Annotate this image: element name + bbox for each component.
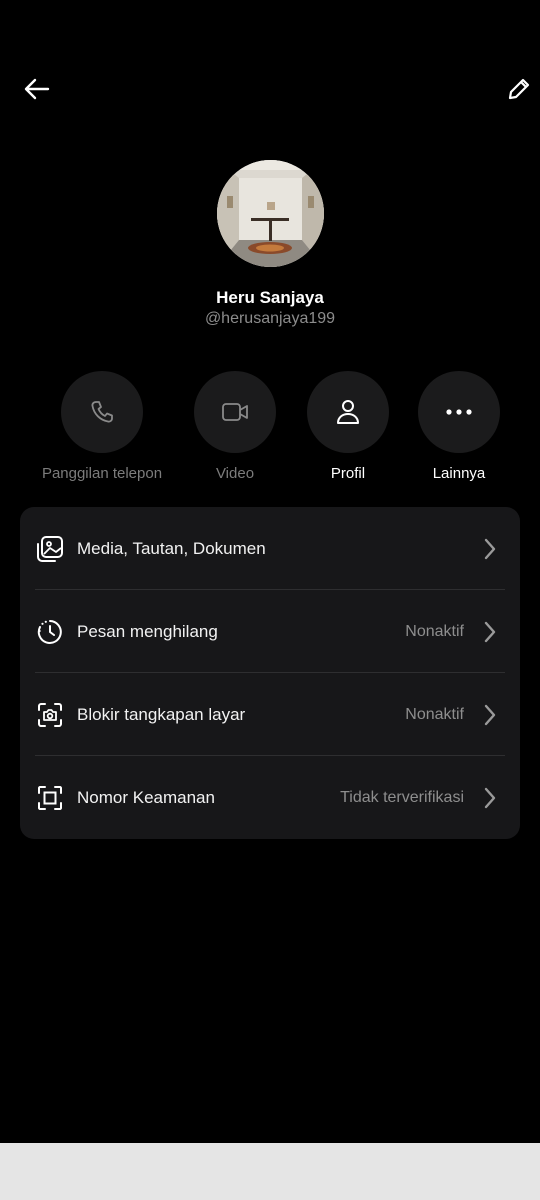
chevron-right-icon xyxy=(480,620,500,644)
settings-row-media[interactable]: Media, Tautan, Dokumen xyxy=(20,507,520,590)
row-label: Pesan menghilang xyxy=(77,621,218,641)
video-action[interactable]: Video xyxy=(170,371,300,482)
row-label: Nomor Keamanan xyxy=(77,787,215,807)
more-dots-icon xyxy=(446,409,472,415)
row-value: Nonaktif xyxy=(405,705,464,723)
chevron-right-icon xyxy=(480,703,500,727)
back-button[interactable] xyxy=(17,69,57,109)
profile-label: Profil xyxy=(330,465,366,482)
more-button[interactable] xyxy=(418,371,500,453)
chat-info-screen: Heru Sanjaya @herusanjaya199 Panggilan t… xyxy=(0,0,540,1200)
edit-button[interactable] xyxy=(499,69,539,109)
person-icon xyxy=(337,400,359,424)
video-label: Video xyxy=(215,465,255,482)
profile-button[interactable] xyxy=(307,371,389,453)
chevron-right-icon xyxy=(480,537,500,561)
more-label: Lainnya xyxy=(432,465,486,482)
settings-row-safety-number[interactable]: Nomor Keamanan Tidak terverifikasi xyxy=(20,756,520,839)
settings-row-disappearing[interactable]: Pesan menghilang Nonaktif xyxy=(20,590,520,673)
arrow-left-icon xyxy=(24,78,50,100)
row-value: Nonaktif xyxy=(405,622,464,640)
contact-handle: @herusanjaya199 xyxy=(204,310,336,327)
media-gallery-icon xyxy=(36,535,64,563)
timer-icon xyxy=(36,618,64,646)
row-value: Tidak terverifikasi xyxy=(340,788,464,806)
phone-icon xyxy=(91,401,113,423)
video-camera-icon xyxy=(222,403,248,421)
call-action[interactable]: Panggilan telepon xyxy=(37,371,167,482)
pencil-icon xyxy=(508,78,530,100)
row-label: Blokir tangkapan layar xyxy=(77,704,246,724)
avatar-photo xyxy=(217,160,324,267)
security-number-icon xyxy=(36,784,64,812)
call-button[interactable] xyxy=(61,371,143,453)
row-label: Media, Tautan, Dokumen xyxy=(77,538,266,558)
system-navigation-bar xyxy=(0,1143,540,1200)
chevron-right-icon xyxy=(480,786,500,810)
avatar[interactable] xyxy=(217,160,324,267)
settings-row-screenshot-block[interactable]: Blokir tangkapan layar Nonaktif xyxy=(20,673,520,756)
video-button[interactable] xyxy=(194,371,276,453)
screenshot-camera-icon xyxy=(36,701,64,729)
call-label: Panggilan telepon xyxy=(41,465,163,482)
contact-name: Heru Sanjaya xyxy=(216,288,324,307)
more-action[interactable]: Lainnya xyxy=(394,371,524,482)
quick-actions: Panggilan telepon Video Profil Lainnya xyxy=(0,371,540,482)
settings-card: Media, Tautan, Dokumen Pesan menghilang … xyxy=(20,507,520,839)
